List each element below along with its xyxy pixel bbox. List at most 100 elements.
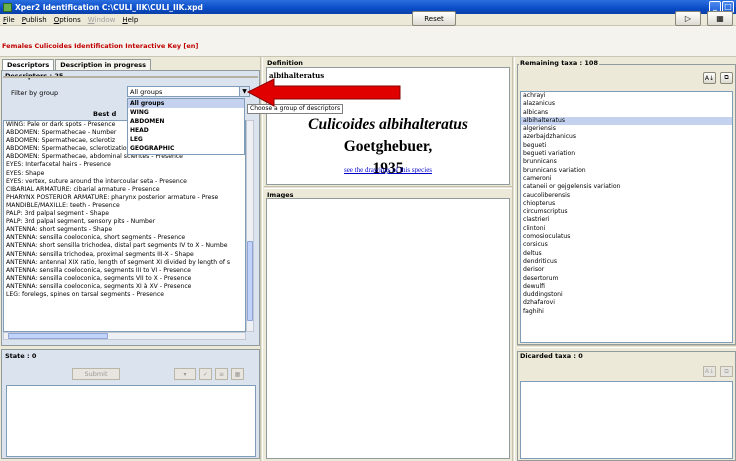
list-item-selected[interactable]: albihalteratus: [521, 116, 732, 126]
list-item[interactable]: azerbajdzhanicus: [521, 133, 732, 141]
grid-view-icon[interactable]: ▦: [231, 368, 244, 380]
list-item[interactable]: ANTENNA: sensilla coeloconica, segments …: [4, 267, 245, 275]
list-item[interactable]: ANTENNA: sensilla coeloconica, segments …: [4, 283, 245, 291]
tab-descriptors[interactable]: Descriptors: [2, 59, 55, 70]
list-item[interactable]: brunnicans: [521, 158, 732, 166]
list-item[interactable]: deltus: [521, 250, 732, 258]
list-item[interactable]: duddingstoni: [521, 291, 732, 299]
list-item[interactable]: CIBARIAL ARMATURE: cibarial armature - P…: [4, 186, 245, 194]
definition-title: Definition: [266, 59, 304, 67]
list-item[interactable]: corsicus: [521, 241, 732, 249]
discarded-taxa-list[interactable]: [520, 381, 733, 459]
group-filter-select[interactable]: All groups ▼: [127, 86, 250, 97]
menu-publish[interactable]: Publish: [22, 16, 47, 24]
images-box: [266, 198, 510, 459]
list-item[interactable]: dewulfi: [521, 283, 732, 291]
dropdown-option[interactable]: GEOGRAPHIC: [128, 144, 244, 153]
list-item[interactable]: comosioculatus: [521, 233, 732, 241]
right-splitter[interactable]: [512, 57, 515, 461]
list-item[interactable]: begueti: [521, 142, 732, 150]
sort-az-icon[interactable]: A↓: [703, 366, 716, 377]
list-item[interactable]: ANTENNA: antennal XIX ratio, length of s…: [4, 259, 245, 267]
app-icon: [3, 2, 12, 12]
group-filter-value: All groups: [130, 87, 163, 96]
descriptors-vscrollbar[interactable]: [246, 120, 254, 332]
list-item[interactable]: desertorum: [521, 275, 732, 283]
list-item[interactable]: MANDIBLE/MAXILLE: teeth - Presence: [4, 202, 245, 210]
copy-icon[interactable]: ⧉: [720, 72, 733, 84]
list-item[interactable]: EYES: vertex, suture around the intercou…: [4, 178, 245, 186]
state-title: State : 0: [4, 352, 38, 360]
dropdown-option[interactable]: All groups: [128, 99, 244, 108]
play-button[interactable]: ▷: [675, 11, 701, 26]
list-item[interactable]: algeriensis: [521, 125, 732, 133]
app-header: Females Culicoides Identification Intera…: [0, 25, 736, 57]
state-list[interactable]: [6, 385, 256, 457]
list-item[interactable]: albicans: [521, 109, 732, 117]
taxon-italic: Culicoides albihalteratus: [308, 116, 468, 133]
window-titlebar: Xper2 Identification C:\CULI_IIK\CULI_II…: [0, 0, 736, 14]
submit-button[interactable]: Submit: [72, 368, 120, 380]
best-descriptors-button[interactable]: Best d: [93, 110, 116, 118]
taxon-author: Goetghebuer,: [343, 138, 433, 155]
list-item[interactable]: alazanicus: [521, 100, 732, 108]
list-item[interactable]: ANTENNA: short sensilla trichodea, dista…: [4, 242, 245, 250]
drawings-link[interactable]: see the drawings of this species: [266, 166, 510, 174]
list-item[interactable]: ANTENNA: sensilla trichodea, proximal se…: [4, 251, 245, 259]
menu-window[interactable]: Window: [88, 16, 116, 24]
list-item[interactable]: cameroni: [521, 175, 732, 183]
list-item[interactable]: derisor: [521, 266, 732, 274]
copy-icon[interactable]: ⧉: [720, 366, 733, 377]
sort-az-icon[interactable]: A↓: [703, 72, 716, 84]
list-item[interactable]: faghihi: [521, 308, 732, 316]
red-arrow-icon: [246, 78, 401, 107]
scroll-thumb[interactable]: [8, 333, 108, 339]
list-item[interactable]: dendriticus: [521, 258, 732, 266]
dropdown-option[interactable]: ABDOMEN: [128, 117, 244, 126]
dropdown-option[interactable]: HEAD: [128, 126, 244, 135]
list-item[interactable]: LEG: forelegs, spines on tarsal segments…: [4, 291, 245, 299]
grid-button[interactable]: ▦: [707, 11, 733, 26]
menu-file[interactable]: File: [3, 16, 15, 24]
remaining-taxa-title: Remaining taxa : 108: [519, 59, 599, 67]
list-item[interactable]: clastrieri: [521, 216, 732, 224]
dropdown-option[interactable]: WING: [128, 108, 244, 117]
list-item[interactable]: caucoliberensis: [521, 192, 732, 200]
group-dropdown-menu[interactable]: All groups WING ABDOMEN HEAD LEG GEOGRAP…: [127, 98, 245, 155]
reset-button[interactable]: Reset: [412, 11, 456, 26]
list-item[interactable]: begueti variation: [521, 150, 732, 158]
list-item[interactable]: PALP: 3rd palpal segment - Shape: [4, 210, 245, 218]
left-splitter[interactable]: [260, 57, 263, 461]
check-all-icon[interactable]: ✓: [199, 368, 212, 380]
descriptor-tabs: Descriptors Description in progress: [2, 59, 152, 70]
menu-options[interactable]: Options: [54, 16, 81, 24]
tab-description-in-progress[interactable]: Description in progress: [55, 59, 152, 70]
list-item[interactable]: brunnicans variation: [521, 167, 732, 175]
list-item[interactable]: EYES: Shape: [4, 170, 245, 178]
state-select-button[interactable]: ▾: [174, 368, 196, 380]
remaining-taxa-list[interactable]: achrayi alazanicus albicans albihalterat…: [520, 91, 733, 343]
list-item[interactable]: PHARYNX POSTERIOR ARMATURE: pharynx post…: [4, 194, 245, 202]
list-item[interactable]: circumscriptus: [521, 208, 732, 216]
middle-splitter[interactable]: [264, 186, 512, 189]
list-view-icon[interactable]: ≡: [215, 368, 228, 380]
menu-bar: File Publish Options Window Help: [0, 14, 736, 25]
right-h-splitter[interactable]: [517, 345, 736, 348]
list-item[interactable]: achrayi: [521, 92, 732, 100]
menu-help[interactable]: Help: [122, 16, 138, 24]
descriptors-hscrollbar[interactable]: [3, 332, 246, 340]
list-item[interactable]: PALP: 3rd palpal segment, sensory pits -…: [4, 218, 245, 226]
list-item[interactable]: ANTENNA: sensilla coeloconica, short seg…: [4, 234, 245, 242]
list-item[interactable]: ANTENNA: sensilla coeloconica, segments …: [4, 275, 245, 283]
list-item[interactable]: clintoni: [521, 225, 732, 233]
list-item[interactable]: dzhafarovi: [521, 299, 732, 307]
window-title: Xper2 Identification C:\CULI_IIK\CULI_II…: [15, 2, 203, 12]
list-item[interactable]: EYES: Interfacetal hairs - Presence: [4, 161, 245, 169]
list-item[interactable]: ANTENNA: short segments - Shape: [4, 226, 245, 234]
list-item[interactable]: chiopterus: [521, 200, 732, 208]
scroll-thumb[interactable]: [247, 241, 253, 321]
discarded-taxa-title: Dicarded taxa : 0: [519, 352, 584, 360]
divider: [3, 76, 258, 78]
list-item[interactable]: cataneii or gejgelensis variation: [521, 183, 732, 191]
dropdown-option[interactable]: LEG: [128, 135, 244, 144]
